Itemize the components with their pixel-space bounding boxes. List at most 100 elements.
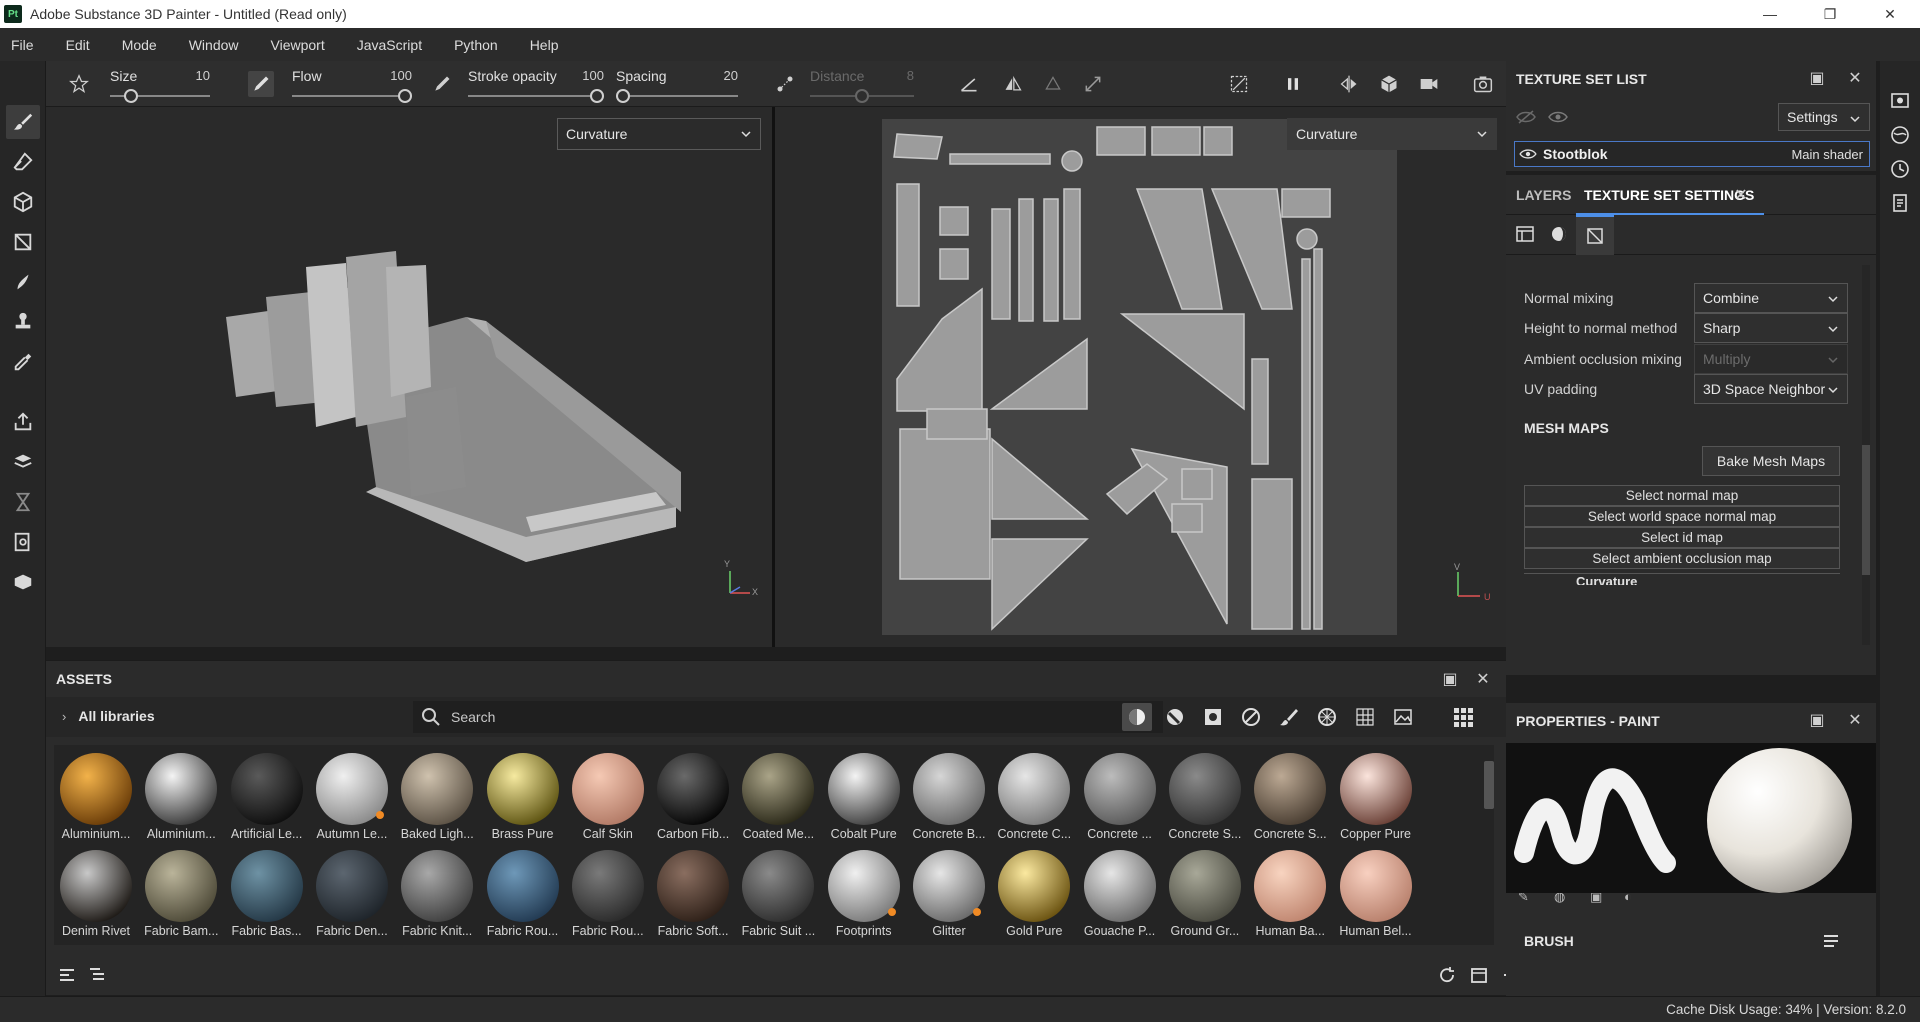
display-mode-button[interactable] <box>1376 71 1402 97</box>
select-ao-map-button[interactable]: Select ambient occlusion map <box>1524 548 1840 569</box>
filter-materials-button[interactable] <box>1122 703 1152 731</box>
texture-set-row[interactable]: Stootblok Main shader <box>1514 141 1870 167</box>
close-icon[interactable]: ✕ <box>1474 670 1492 688</box>
stencil-tab-icon[interactable]: ▣ <box>1590 893 1602 905</box>
filter-masks-button[interactable] <box>1198 703 1228 731</box>
symmetry-button[interactable] <box>1000 71 1026 97</box>
asset-tile[interactable]: Fabric Rou... <box>566 848 646 944</box>
asset-tile[interactable]: Fabric Den... <box>310 848 390 944</box>
ao-mixing-select[interactable]: Multiply <box>1694 344 1848 374</box>
size-knob[interactable] <box>123 89 138 103</box>
2d-channel-dropdown[interactable]: Curvature <box>1287 118 1497 150</box>
flow-pressure-button[interactable] <box>429 71 455 97</box>
menu-python[interactable]: Python <box>451 33 501 57</box>
brush-tab-icon[interactable]: ✎ <box>1518 893 1529 905</box>
grid-view-button[interactable] <box>1448 703 1478 731</box>
undock-icon[interactable]: ▣ <box>1441 670 1459 688</box>
log-button[interactable] <box>6 525 40 559</box>
stroke-opacity-slider[interactable]: Stroke opacity 100 <box>468 65 604 105</box>
export-button[interactable] <box>6 405 40 439</box>
distance-knob[interactable] <box>855 89 869 103</box>
pen-pressure-button[interactable] <box>248 71 274 97</box>
settings-dropdown[interactable]: Settings <box>1778 103 1870 131</box>
settings-scrollbar[interactable] <box>1862 265 1870 645</box>
settings-scrollbar-thumb[interactable] <box>1862 445 1870 575</box>
symmetry-disabled-button[interactable] <box>1040 71 1066 97</box>
flow-slider[interactable]: Flow 100 <box>292 65 412 105</box>
asset-tile[interactable]: Concrete S... <box>1248 751 1328 847</box>
asset-tile[interactable]: Carbon Fib... <box>651 751 731 847</box>
display-settings-icon[interactable] <box>1890 91 1910 111</box>
clone-tool-button[interactable] <box>6 305 40 339</box>
split-view-button[interactable] <box>1336 71 1362 97</box>
menu-edit[interactable]: Edit <box>63 33 93 57</box>
filter-brushes-button[interactable] <box>1274 703 1304 731</box>
asset-tile[interactable]: Fabric Suit ... <box>736 848 816 944</box>
select-id-map-button[interactable]: Select id map <box>1524 527 1840 548</box>
eye-icon[interactable] <box>1519 147 1537 161</box>
tab-layers[interactable]: LAYERS <box>1516 187 1572 203</box>
undock-icon[interactable]: ▣ <box>1808 711 1826 729</box>
transform-button[interactable] <box>1080 71 1106 97</box>
filter-procedurals-button[interactable] <box>1312 703 1342 731</box>
close-window-button[interactable]: ✕ <box>1860 0 1920 28</box>
hide-selection-button[interactable] <box>1226 71 1252 97</box>
bake-button[interactable] <box>6 445 40 479</box>
close-icon[interactable]: ✕ <box>1846 69 1864 87</box>
spacing-slider[interactable]: Spacing 20 <box>616 65 738 105</box>
height-to-normal-select[interactable]: Sharp <box>1694 313 1848 343</box>
visibility-toggle-all[interactable] <box>1516 109 1536 128</box>
line-angle-button[interactable] <box>956 71 982 97</box>
asset-tile[interactable]: Concrete ... <box>1078 751 1158 847</box>
filter-filters-button[interactable] <box>1236 703 1266 731</box>
menu-viewport[interactable]: Viewport <box>268 33 328 57</box>
select-normal-map-button[interactable]: Select normal map <box>1524 485 1840 506</box>
asset-tile[interactable]: Cobalt Pure <box>822 751 902 847</box>
refresh-button[interactable] <box>1438 966 1456 984</box>
distance-slider[interactable]: Distance 8 <box>810 65 914 105</box>
filter-environments-button[interactable] <box>1388 703 1418 731</box>
asset-tile[interactable]: Artificial Le... <box>225 751 305 847</box>
asset-tile[interactable]: Fabric Rou... <box>481 848 561 944</box>
undock-icon[interactable]: ▣ <box>1808 69 1826 87</box>
minimize-button[interactable]: — <box>1740 0 1800 28</box>
paint-tool-button[interactable] <box>6 105 40 139</box>
asset-grid-scrollbar[interactable] <box>1484 761 1494 809</box>
asset-tile[interactable]: Aluminium... <box>54 751 134 847</box>
asset-tile[interactable]: Glitter <box>907 848 987 944</box>
search-input[interactable]: Search <box>451 709 495 725</box>
menu-mode[interactable]: Mode <box>119 33 160 57</box>
uv-padding-select[interactable]: 3D Space Neighbor <box>1694 374 1848 404</box>
new-library-button[interactable] <box>1470 966 1488 984</box>
brush-preset-button[interactable] <box>66 71 92 97</box>
asset-tile[interactable]: Fabric Knit... <box>395 848 475 944</box>
log-icon[interactable] <box>1890 193 1910 213</box>
close-tab-icon[interactable]: ✕ <box>1732 186 1750 204</box>
alpha-tab-icon[interactable]: ◍ <box>1554 893 1565 905</box>
select-world-space-normal-map-button[interactable]: Select world space normal map <box>1524 506 1840 527</box>
menu-javascript[interactable]: JavaScript <box>354 33 425 57</box>
asset-tile[interactable]: Fabric Bam... <box>139 848 219 944</box>
shelf-button[interactable] <box>6 565 40 599</box>
saved-searches-button[interactable] <box>88 966 106 984</box>
asset-tile[interactable]: Gouache P... <box>1078 848 1158 944</box>
timer-button[interactable] <box>6 485 40 519</box>
shader-settings-icon[interactable] <box>1890 125 1910 145</box>
camera-button[interactable] <box>1416 71 1442 97</box>
menu-help[interactable]: Help <box>527 33 562 57</box>
restore-button[interactable]: ❐ <box>1800 0 1860 28</box>
tab-texture-set-settings[interactable]: TEXTURE SET SETTINGS <box>1584 187 1754 203</box>
asset-tile[interactable]: Denim Rivet <box>54 848 134 944</box>
asset-tile[interactable]: Autumn Le... <box>310 751 390 847</box>
menu-window[interactable]: Window <box>186 33 242 57</box>
asset-tile[interactable]: Human Ba... <box>1248 848 1328 944</box>
asset-tile[interactable]: Fabric Bas... <box>225 848 305 944</box>
3d-channel-dropdown[interactable]: Curvature <box>557 118 761 150</box>
asset-tile[interactable]: Aluminium... <box>139 751 219 847</box>
channels-tab-button[interactable] <box>1516 225 1534 243</box>
asset-tile[interactable]: Copper Pure <box>1334 751 1414 847</box>
asset-tile[interactable]: Gold Pure <box>992 848 1072 944</box>
material-tab-icon[interactable]: ◐ <box>1624 893 1632 904</box>
mesh-maps-tab-button[interactable] <box>1576 215 1614 255</box>
curvature-map-slot[interactable]: Curvature <box>1524 573 1840 585</box>
